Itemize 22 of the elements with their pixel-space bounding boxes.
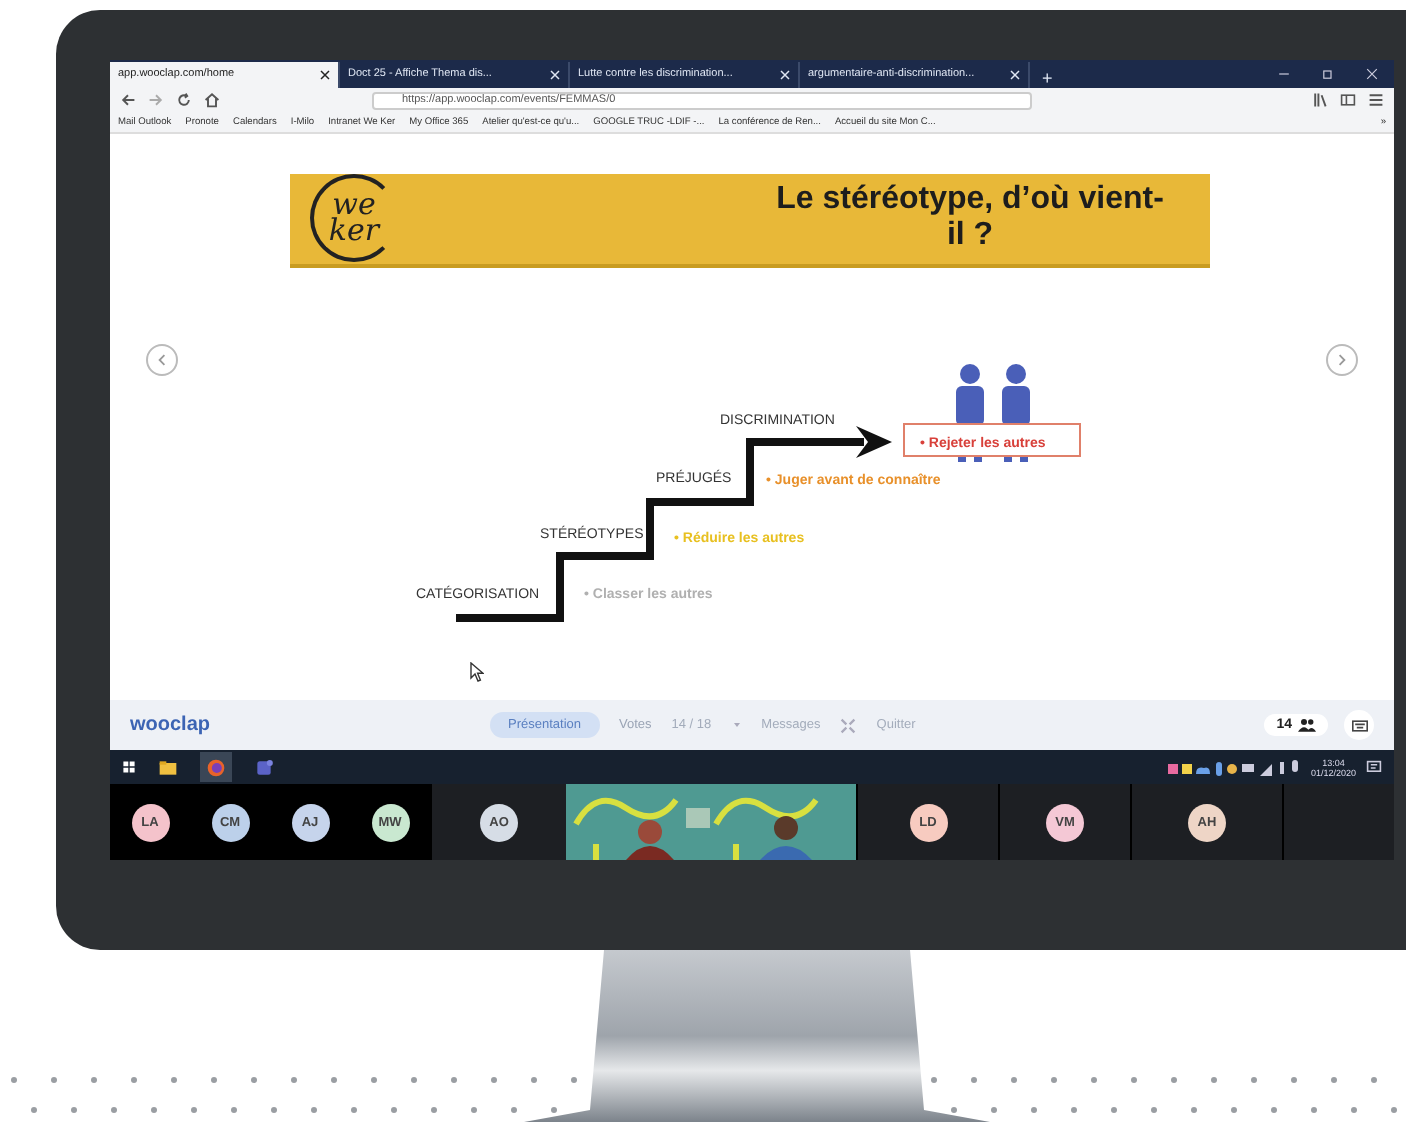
- notifications-icon[interactable]: [1366, 759, 1382, 776]
- wooclap-logo: wooclap: [130, 714, 213, 737]
- minimize-icon[interactable]: [1278, 67, 1290, 80]
- cursor-icon: [470, 661, 484, 682]
- new-tab-button[interactable]: +: [1030, 67, 1065, 88]
- library-icon[interactable]: [1312, 92, 1328, 109]
- keyboard-button[interactable]: [1344, 710, 1374, 741]
- back-icon[interactable]: [120, 92, 136, 109]
- chevron-left-icon: [156, 353, 168, 366]
- windows-icon[interactable]: [122, 760, 136, 775]
- home-icon[interactable]: [204, 92, 220, 109]
- people-icon: [1298, 718, 1316, 733]
- restore-icon[interactable]: [1322, 67, 1334, 80]
- menu-icon[interactable]: [1368, 92, 1384, 109]
- slide-title: Le stéréotype, d’où vient-il ?: [774, 182, 1166, 255]
- close-icon[interactable]: [320, 69, 330, 80]
- keyboard-icon: [1351, 719, 1367, 732]
- sidebar-icon[interactable]: [1340, 92, 1356, 109]
- firefox-taskbar-icon[interactable]: [200, 752, 232, 783]
- reload-icon[interactable]: [176, 92, 192, 109]
- tray-icons[interactable]: [1168, 757, 1301, 778]
- chevron-right-icon: [1336, 353, 1348, 366]
